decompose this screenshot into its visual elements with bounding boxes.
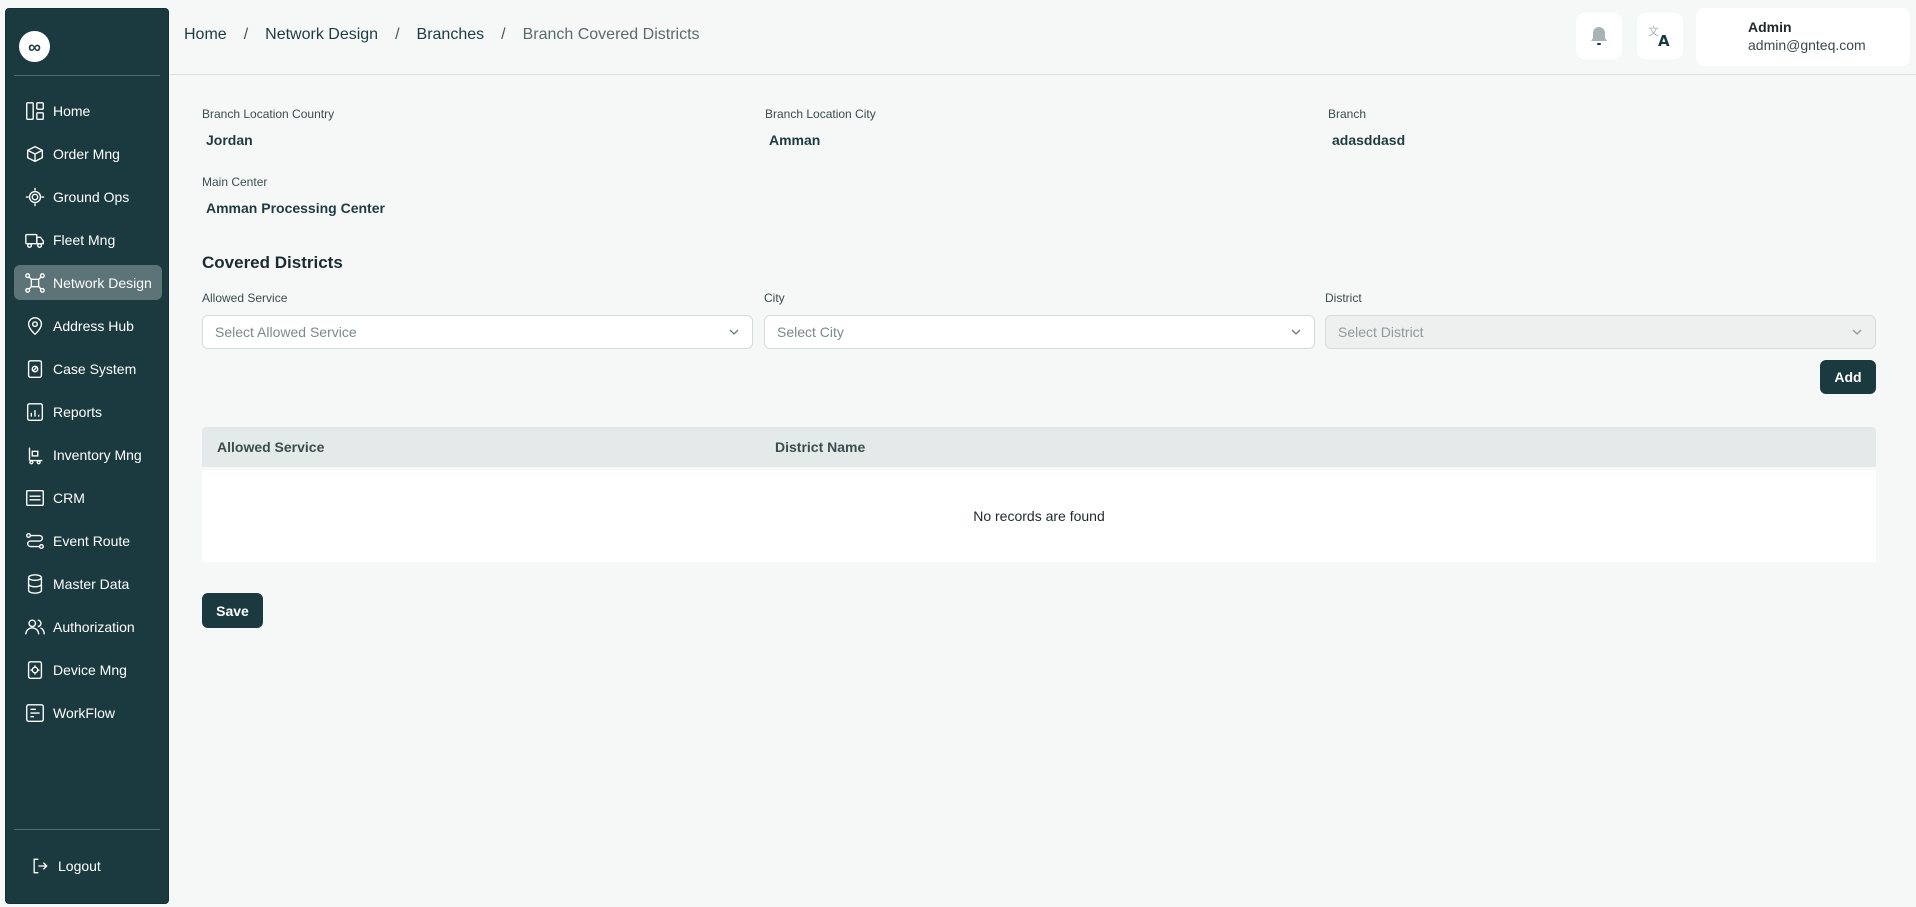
sidebar-item-label: Master Data bbox=[53, 575, 130, 592]
sidebar-item-fleet-mng[interactable]: Fleet Mng bbox=[14, 222, 162, 257]
app-logo[interactable]: ∞ bbox=[19, 31, 50, 62]
user-name: Admin bbox=[1748, 19, 1792, 35]
sidebar-divider bbox=[14, 75, 160, 76]
table-header: Allowed Service District Name bbox=[202, 427, 1876, 467]
sidebar-item-crm[interactable]: CRM bbox=[14, 480, 162, 515]
sidebar-item-case-system[interactable]: Case System bbox=[14, 351, 162, 386]
district-select[interactable]: Select District bbox=[1325, 315, 1876, 349]
bell-icon bbox=[1591, 27, 1607, 45]
sidebar-item-inventory-mng[interactable]: Inventory Mng bbox=[14, 437, 162, 472]
sidebar-item-label: Home bbox=[53, 102, 91, 119]
breadcrumb-separator: / bbox=[501, 26, 506, 43]
city-value: Amman bbox=[769, 132, 821, 148]
chevron-down-icon bbox=[729, 329, 739, 335]
chevron-down-icon bbox=[1852, 329, 1862, 335]
order-box-icon bbox=[26, 145, 44, 162]
truck-icon bbox=[25, 233, 44, 248]
save-button[interactable]: Save bbox=[202, 593, 263, 628]
column-header-allowed-service: Allowed Service bbox=[217, 439, 325, 455]
route-icon bbox=[26, 532, 44, 549]
report-chart-icon bbox=[26, 402, 44, 421]
allowed-service-label: Allowed Service bbox=[202, 291, 288, 305]
sidebar-item-label: Authorization bbox=[53, 618, 135, 635]
workflow-icon bbox=[26, 703, 44, 722]
sidebar-item-master-data[interactable]: Master Data bbox=[14, 566, 162, 601]
dashboard-icon bbox=[26, 101, 44, 120]
column-header-district-name: District Name bbox=[775, 439, 866, 455]
empty-message: No records are found bbox=[973, 508, 1105, 524]
branch-value: adasddasd bbox=[1332, 132, 1406, 148]
sidebar-item-event-route[interactable]: Event Route bbox=[14, 523, 162, 558]
city-select-label: City bbox=[764, 291, 785, 305]
sidebar-item-order-mng[interactable]: Order Mng bbox=[14, 136, 162, 171]
breadcrumb-branches[interactable]: Branches bbox=[417, 26, 485, 44]
sidebar-item-label: Event Route bbox=[53, 532, 131, 549]
top-header: Home / Network Design / Branches / Branc… bbox=[170, 0, 1916, 75]
sidebar-item-ground-ops[interactable]: Ground Ops bbox=[14, 179, 162, 214]
sidebar-item-label: Fleet Mng bbox=[53, 231, 116, 248]
sidebar-nav: Home Order Mng Ground Ops Fleet Mng Netw… bbox=[14, 93, 162, 738]
country-label: Branch Location Country bbox=[202, 107, 335, 121]
breadcrumb-separator: / bbox=[395, 26, 400, 43]
breadcrumb-network-design[interactable]: Network Design bbox=[265, 26, 378, 44]
breadcrumb-home[interactable]: Home bbox=[184, 26, 227, 44]
sidebar-item-label: WorkFlow bbox=[53, 704, 115, 721]
sidebar-divider bbox=[14, 829, 160, 830]
database-icon bbox=[27, 573, 43, 594]
country-value: Jordan bbox=[206, 132, 253, 148]
sidebar-item-label: Reports bbox=[53, 403, 103, 420]
main-center-value: Amman Processing Center bbox=[206, 200, 385, 216]
table-empty-state: No records are found bbox=[202, 470, 1876, 562]
breadcrumb-separator: / bbox=[243, 26, 249, 43]
sidebar-item-authorization[interactable]: Authorization bbox=[14, 609, 162, 644]
city-placeholder: Select City bbox=[777, 324, 844, 340]
breadcrumb-current: Branch Covered Districts bbox=[522, 26, 700, 43]
svg-text:A: A bbox=[1658, 32, 1670, 48]
ground-ops-icon bbox=[25, 187, 45, 206]
sidebar-item-label: CRM bbox=[53, 489, 85, 506]
sidebar-item-workflow[interactable]: WorkFlow bbox=[14, 695, 162, 730]
case-file-icon bbox=[27, 359, 43, 378]
sidebar-item-network-design[interactable]: Network Design bbox=[14, 265, 162, 300]
sidebar-item-home[interactable]: Home bbox=[14, 93, 162, 128]
covered-districts-title: Covered Districts bbox=[202, 253, 343, 272]
sidebar-item-label: Inventory Mng bbox=[53, 446, 142, 463]
sidebar-item-label: Case System bbox=[53, 360, 137, 377]
chevron-down-icon bbox=[1291, 329, 1301, 335]
logout-label: Logout bbox=[58, 858, 101, 874]
sidebar-item-label: Network Design bbox=[53, 274, 152, 291]
main-center-label: Main Center bbox=[202, 175, 268, 189]
sidebar: ∞ Home Order Mng Ground Ops Fleet Mng Ne… bbox=[5, 8, 169, 904]
sidebar-item-label: Address Hub bbox=[53, 317, 134, 334]
covered-districts-table: Allowed Service District Name No records… bbox=[202, 427, 1876, 562]
branch-label: Branch bbox=[1328, 107, 1367, 121]
city-select[interactable]: Select City bbox=[764, 315, 1315, 349]
network-icon bbox=[25, 272, 45, 293]
district-placeholder: Select District bbox=[1338, 324, 1424, 340]
allowed-service-select[interactable]: Select Allowed Service bbox=[202, 315, 753, 349]
allowed-service-placeholder: Select Allowed Service bbox=[215, 324, 357, 340]
sidebar-item-reports[interactable]: Reports bbox=[14, 394, 162, 429]
logout-icon bbox=[33, 858, 48, 874]
sidebar-item-device-mng[interactable]: Device Mng bbox=[14, 652, 162, 687]
city-label: Branch Location City bbox=[765, 107, 876, 121]
device-gear-icon bbox=[27, 660, 43, 679]
translate-icon: 文A bbox=[1648, 24, 1670, 48]
logout-button[interactable]: Logout bbox=[14, 850, 162, 882]
sidebar-item-label: Order Mng bbox=[53, 145, 120, 162]
user-email: admin@gnteq.com bbox=[1748, 37, 1866, 53]
crm-icon bbox=[26, 489, 44, 506]
sidebar-item-address-hub[interactable]: Address Hub bbox=[14, 308, 162, 343]
users-icon bbox=[25, 618, 45, 634]
language-button[interactable]: 文A bbox=[1637, 13, 1683, 59]
add-button[interactable]: Add bbox=[1820, 360, 1876, 394]
user-profile-card[interactable]: Admin admin@gnteq.com bbox=[1696, 8, 1910, 66]
breadcrumb: Home / Network Design / Branches / Branc… bbox=[184, 26, 700, 44]
notifications-button[interactable] bbox=[1576, 13, 1622, 59]
forklift-icon bbox=[28, 447, 43, 464]
sidebar-item-label: Ground Ops bbox=[53, 188, 130, 205]
map-pin-icon bbox=[27, 316, 43, 335]
district-select-label: District bbox=[1325, 291, 1362, 305]
sidebar-item-label: Device Mng bbox=[53, 661, 127, 678]
